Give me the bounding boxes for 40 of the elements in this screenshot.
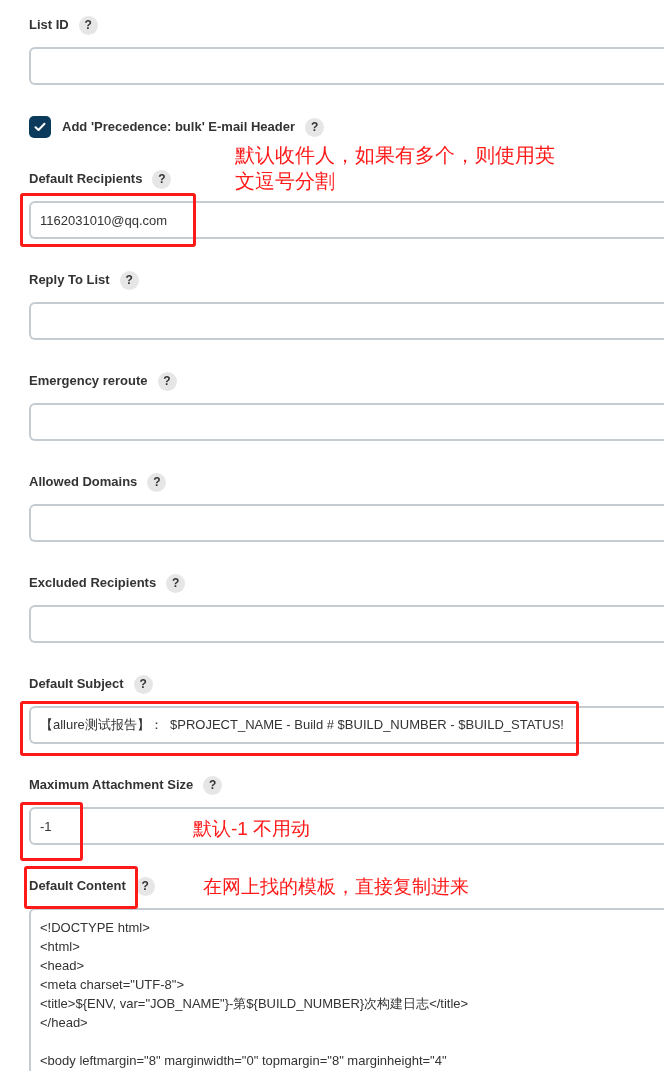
help-button[interactable]: ? xyxy=(119,270,139,290)
annotation-text: 默认收件人，如果有多个，则使用英文逗号分割 xyxy=(235,143,556,194)
code-line: <meta charset="UTF-8"> xyxy=(40,976,185,994)
help-button[interactable]: ? xyxy=(152,169,172,189)
code-line: <body leftmargin="8" marginwidth="0" topmargin="8" marginheight="4" xyxy=(40,1052,448,1070)
help-button[interactable]: ? xyxy=(147,472,167,492)
field-label: Maximum Attachment Size xyxy=(29,776,194,795)
code-line: <head> xyxy=(40,957,86,975)
help-button[interactable]: ? xyxy=(78,15,98,35)
checkbox[interactable] xyxy=(29,116,51,138)
field-label: List ID xyxy=(29,16,69,35)
highlight-frame xyxy=(20,802,83,861)
field-label: Emergency reroute xyxy=(29,372,148,391)
annotation-text: 在网上找的模板，直接复制进来 xyxy=(203,875,469,899)
field-label: Allowed Domains xyxy=(29,473,138,492)
input-field[interactable]: 【allure测试报告】： $PROJECT_NAME - Build # $BUILD_NUMBER - $BUILD_STATUS! xyxy=(29,706,664,744)
field-label: Default Recipients xyxy=(29,170,143,189)
field-label: Default Subject xyxy=(29,675,124,694)
text-area[interactable]: <!DOCTYPE html> <html> <head> <meta charset="UTF-8"> <title>${ENV, var="JOB_NAME"}-第${BUILD_NUMBER}次构建日志</title> </head> <body leftmargin="8" marginwidth="0" topmargin="8" marginheight="4" xyxy=(29,908,664,1071)
checkbox-label: Add 'Precedence: bulk' E-mail Header xyxy=(62,118,296,137)
help-button[interactable]: ? xyxy=(157,371,177,391)
help-button[interactable]: ? xyxy=(203,775,223,795)
code-line: <!DOCTYPE html> xyxy=(40,919,151,937)
code-line: <html> xyxy=(40,938,81,956)
input-field[interactable] xyxy=(29,47,664,85)
help-button[interactable]: ? xyxy=(305,117,325,137)
help-button[interactable]: ? xyxy=(166,573,186,593)
input-field[interactable] xyxy=(29,504,664,542)
input-field[interactable] xyxy=(29,302,664,340)
code-line: </head> xyxy=(40,1014,89,1032)
input-field[interactable] xyxy=(29,605,664,643)
help-button[interactable]: ? xyxy=(133,674,153,694)
input-field[interactable] xyxy=(29,403,664,441)
checkmark-icon xyxy=(34,122,46,132)
field-label: Excluded Recipients xyxy=(29,574,157,593)
annotation-text: 默认-1 不用动 xyxy=(193,817,311,841)
input-field[interactable]: 1162031010@qq.com xyxy=(29,201,664,239)
field-label: Default Content xyxy=(29,877,126,896)
field-label: Reply To List xyxy=(29,271,110,290)
code-line: <title>${ENV, var="JOB_NAME"}-第${BUILD_NUMBER}次构建日志</title> xyxy=(40,995,470,1013)
